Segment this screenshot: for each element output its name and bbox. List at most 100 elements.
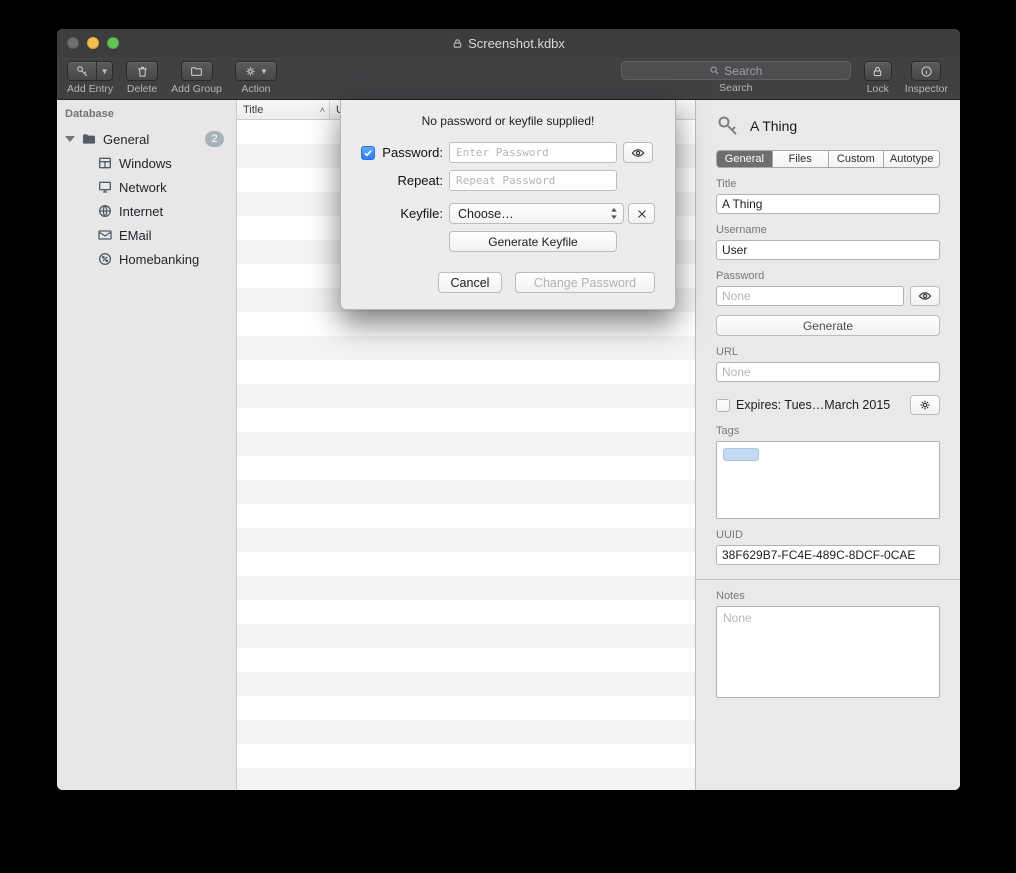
- minimize-button[interactable]: [87, 37, 99, 49]
- expires-label: Expires: Tues…March 2015: [736, 398, 890, 412]
- sheet-message: No password or keyfile supplied!: [361, 114, 655, 128]
- toolbar-item-add-group: Add Group: [171, 61, 222, 95]
- sheet-buttons: Cancel Change Password: [361, 272, 655, 293]
- entry-title: A Thing: [750, 118, 797, 134]
- tag-token[interactable]: [723, 448, 759, 461]
- sidebar-item-label: Internet: [119, 204, 163, 219]
- inspector-button[interactable]: [911, 61, 941, 81]
- search-icon: [709, 65, 720, 76]
- action-label: Action: [241, 83, 270, 95]
- proxy-lock-icon: [452, 38, 463, 49]
- add-entry-label: Add Entry: [67, 83, 113, 95]
- reveal-password-button[interactable]: [910, 286, 940, 306]
- sidebar-item-label: EMail: [119, 228, 152, 243]
- close-icon: [635, 207, 649, 221]
- sidebar-item-internet[interactable]: Internet: [57, 199, 236, 223]
- keyfile-row: Keyfile: Choose…: [361, 203, 655, 224]
- disclosure-triangle-icon[interactable]: [65, 136, 75, 142]
- eye-icon: [631, 146, 645, 160]
- url-field[interactable]: [716, 362, 940, 382]
- add-entry-button[interactable]: ▼: [67, 61, 113, 81]
- network-icon: [97, 179, 113, 195]
- sidebar-item-homebanking[interactable]: Homebanking: [57, 247, 236, 271]
- column-title-label: Title: [243, 104, 263, 116]
- windows-icon: [97, 155, 113, 171]
- keyfile-popup[interactable]: Choose…: [449, 203, 624, 224]
- add-group-button[interactable]: [181, 61, 213, 81]
- tags-field-label: Tags: [716, 425, 940, 437]
- key-icon: [76, 65, 89, 78]
- sidebar-item-label: Network: [119, 180, 167, 195]
- sidebar-item-general[interactable]: General 2: [57, 127, 236, 151]
- username-field[interactable]: [716, 240, 940, 260]
- repeat-labelbox: Repeat:: [361, 173, 449, 188]
- chevron-down-icon[interactable]: ▼: [97, 67, 112, 76]
- uuid-field[interactable]: [716, 545, 940, 565]
- uuid-field-label: UUID: [716, 529, 940, 541]
- enter-password-input[interactable]: [449, 142, 617, 163]
- tab-custom[interactable]: Custom: [829, 151, 885, 167]
- action-button[interactable]: ▼: [235, 61, 277, 81]
- sidebar-item-email[interactable]: EMail: [57, 223, 236, 247]
- change-password-sheet: No password or keyfile supplied! Passwor…: [340, 100, 676, 310]
- password-row: Password:: [361, 142, 655, 163]
- password-labelbox: Password:: [361, 145, 449, 160]
- reveal-password-button[interactable]: [623, 142, 653, 163]
- trash-icon: [136, 65, 149, 78]
- toolbar-item-action: ▼ Action: [235, 61, 277, 95]
- tab-autotype[interactable]: Autotype: [884, 151, 939, 167]
- notes-field[interactable]: [716, 606, 940, 698]
- password-field-label: Password: [716, 270, 940, 282]
- title-field[interactable]: [716, 194, 940, 214]
- lock-button[interactable]: [864, 61, 892, 81]
- tags-field[interactable]: [716, 441, 940, 519]
- keyfile-label: Keyfile:: [400, 206, 443, 221]
- window-title-wrap: Screenshot.kdbx: [57, 36, 960, 51]
- url-field-label: URL: [716, 346, 940, 358]
- traffic-lights: [67, 37, 119, 49]
- inspector-header: A Thing: [716, 110, 940, 142]
- toolbar: ▼ Add Entry Delete Add Group ▼ Action: [57, 57, 960, 100]
- repeat-password-input[interactable]: [449, 170, 617, 191]
- sidebar-item-network[interactable]: Network: [57, 175, 236, 199]
- password-checkbox[interactable]: [361, 146, 375, 160]
- delete-button[interactable]: [126, 61, 158, 81]
- toolbar-item-search: Search Search: [621, 61, 851, 94]
- toolbar-item-lock: Lock: [864, 61, 892, 95]
- password-row: [716, 286, 940, 306]
- notes-field-label: Notes: [716, 590, 940, 602]
- globe-icon: [97, 203, 113, 219]
- sidebar: Database General 2 Windows Network Inter…: [57, 100, 237, 790]
- search-label: Search: [719, 82, 752, 94]
- lock-label: Lock: [867, 83, 889, 95]
- clear-keyfile-button[interactable]: [628, 203, 655, 224]
- key-icon: [716, 114, 740, 138]
- expires-row: Expires: Tues…March 2015: [716, 395, 940, 415]
- username-field-label: Username: [716, 224, 940, 236]
- toolbar-item-add-entry: ▼ Add Entry: [67, 61, 113, 95]
- password-field[interactable]: [716, 286, 904, 306]
- generate-password-button[interactable]: Generate: [716, 315, 940, 336]
- sidebar-item-label: Homebanking: [119, 252, 199, 267]
- cancel-button[interactable]: Cancel: [438, 272, 502, 293]
- column-header-title[interactable]: Title ˄: [237, 100, 330, 119]
- expires-settings-button[interactable]: [910, 395, 940, 415]
- sidebar-item-windows[interactable]: Windows: [57, 151, 236, 175]
- repeat-row: Repeat:: [361, 170, 655, 191]
- change-password-button[interactable]: Change Password: [515, 272, 655, 293]
- tab-files[interactable]: Files: [773, 151, 829, 167]
- sidebar-item-label: General: [103, 132, 149, 147]
- close-button[interactable]: [67, 37, 79, 49]
- search-placeholder: Search: [724, 64, 762, 78]
- gear-icon: [918, 398, 932, 412]
- window-title: Screenshot.kdbx: [468, 36, 565, 51]
- expires-checkbox[interactable]: [716, 399, 730, 412]
- tab-general[interactable]: General: [717, 151, 773, 167]
- zoom-button[interactable]: [107, 37, 119, 49]
- chevron-down-icon: ▼: [260, 67, 268, 76]
- content-area: Database General 2 Windows Network Inter…: [57, 100, 960, 790]
- generate-keyfile-button[interactable]: Generate Keyfile: [449, 231, 617, 252]
- toolbar-item-delete: Delete: [126, 61, 158, 95]
- entry-count-badge: 2: [205, 131, 224, 147]
- search-input[interactable]: Search: [621, 61, 851, 80]
